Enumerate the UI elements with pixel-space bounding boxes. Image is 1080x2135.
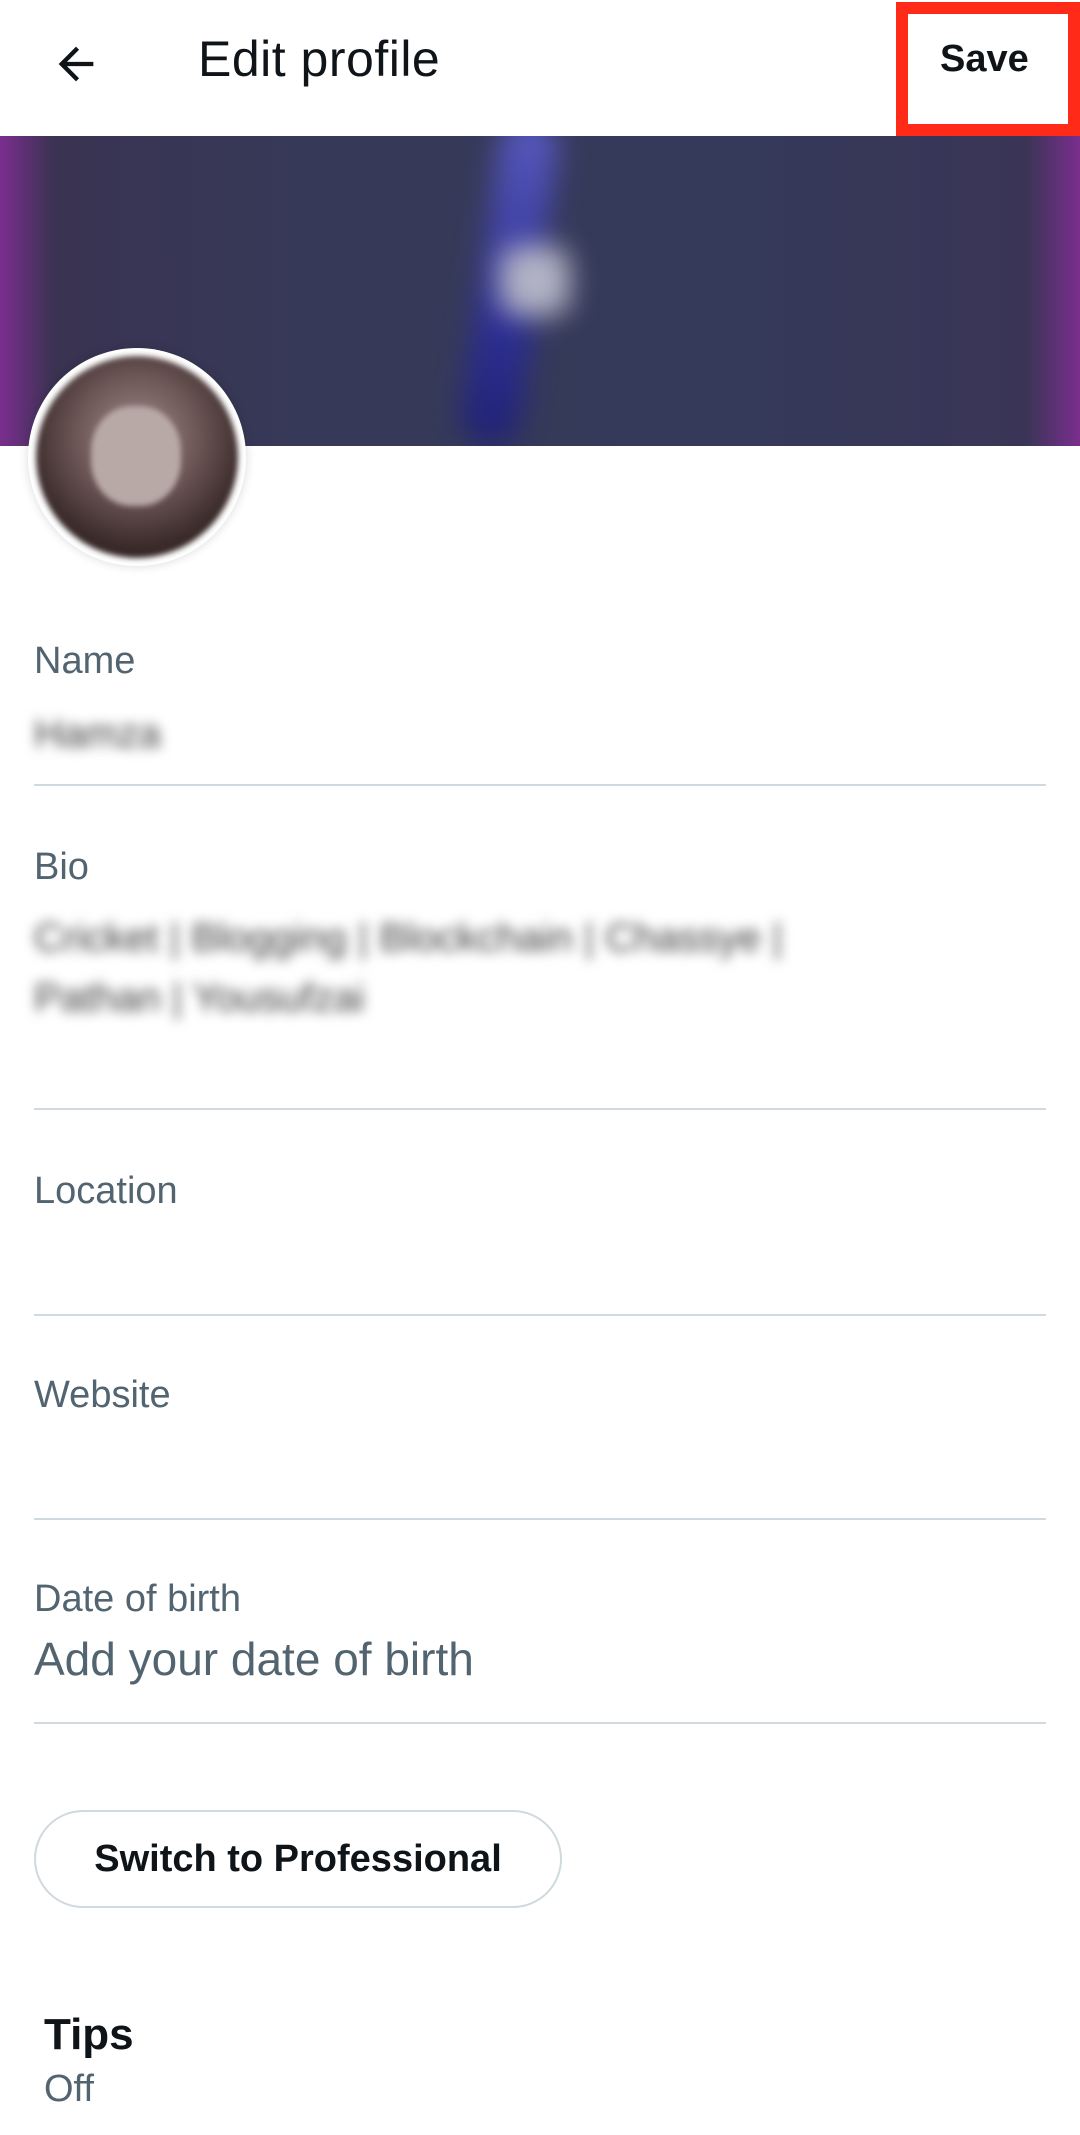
tips-title[interactable]: Tips bbox=[44, 2010, 134, 2060]
location-label: Location bbox=[34, 1170, 178, 1212]
date-of-birth-field[interactable]: Date of birth bbox=[34, 1568, 1046, 1724]
website-field[interactable]: Website bbox=[34, 1364, 1046, 1520]
save-button[interactable]: Save bbox=[940, 38, 1029, 81]
website-label: Website bbox=[34, 1374, 171, 1416]
bio-value-line-2: Pathan | Yousufzai bbox=[34, 976, 365, 1020]
edit-profile-screen: Edit profile Save Name Hamza Bio Cricket… bbox=[0, 0, 1080, 2135]
banner-figure bbox=[430, 136, 610, 446]
top-app-bar: Edit profile Save bbox=[0, 0, 1080, 136]
name-value: Hamza bbox=[34, 712, 161, 756]
bio-field[interactable]: Bio Cricket | Blogging | Blockchain | Ch… bbox=[34, 836, 1046, 1110]
back-button[interactable] bbox=[40, 28, 112, 100]
bio-value-line-1: Cricket | Blogging | Blockchain | Chassy… bbox=[34, 916, 783, 960]
page-title: Edit profile bbox=[198, 31, 441, 87]
name-field[interactable]: Name Hamza bbox=[34, 630, 1046, 786]
date-of-birth-label: Date of birth bbox=[34, 1578, 241, 1620]
switch-to-professional-button[interactable]: Switch to Professional bbox=[34, 1810, 562, 1908]
avatar[interactable] bbox=[28, 348, 246, 566]
tips-status: Off bbox=[44, 2068, 94, 2110]
name-label: Name bbox=[34, 640, 136, 682]
date-of-birth-input[interactable] bbox=[34, 1632, 1034, 1686]
location-field[interactable]: Location bbox=[34, 1160, 1046, 1316]
back-arrow-icon bbox=[58, 46, 94, 82]
avatar-image bbox=[36, 356, 238, 558]
bio-label: Bio bbox=[34, 846, 89, 888]
